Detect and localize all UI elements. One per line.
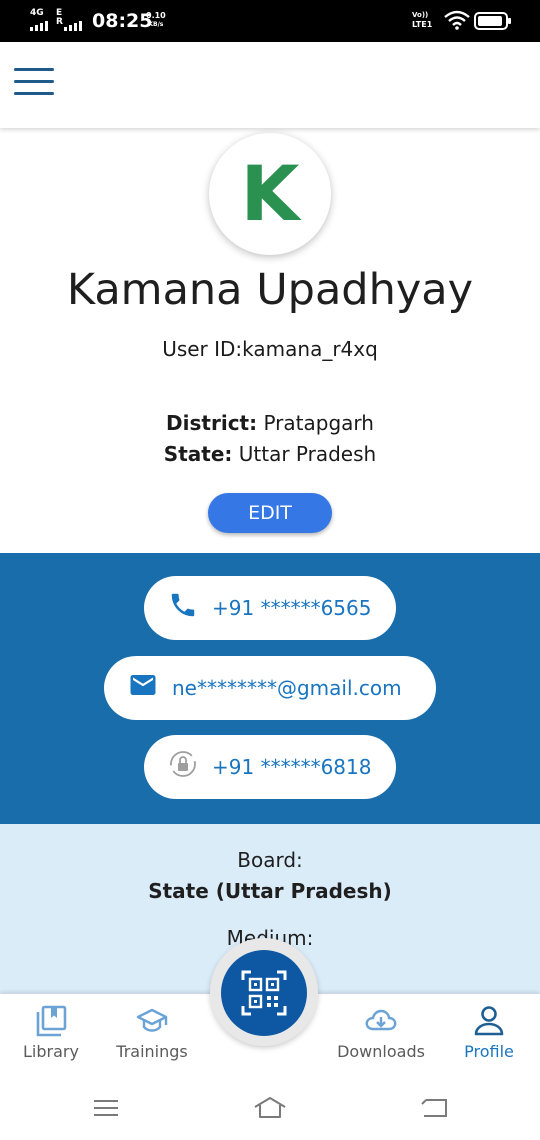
status-bar: 4G E R 08:25 0.10 KB/s Vo)) LTE1 bbox=[0, 0, 540, 42]
app-header bbox=[0, 42, 540, 128]
network-signal: 4G E R bbox=[30, 9, 88, 31]
user-id: User ID:kamana_r4xq bbox=[162, 337, 378, 361]
network-speed-value: 0.10 bbox=[146, 11, 166, 20]
email-address: ne********@gmail.com bbox=[172, 676, 402, 700]
board-label: Board: bbox=[237, 848, 303, 872]
nav-profile[interactable]: Profile bbox=[439, 994, 539, 1076]
lte-label: LTE1 bbox=[412, 20, 433, 29]
cloud-download-icon bbox=[365, 1009, 397, 1031]
signal-bars-icon bbox=[64, 21, 82, 31]
state-label: State: bbox=[163, 442, 233, 466]
edit-button[interactable]: EDIT bbox=[208, 493, 332, 533]
system-navigation-bar bbox=[0, 1076, 540, 1140]
qr-scan-button[interactable] bbox=[221, 950, 307, 1036]
phone-icon bbox=[171, 593, 195, 617]
graduation-cap-icon bbox=[136, 1008, 168, 1032]
state-line: State: Uttar Pradesh bbox=[0, 440, 540, 468]
volte-indicator: Vo)) LTE1 bbox=[412, 11, 432, 29]
home-icon[interactable] bbox=[252, 1092, 288, 1124]
profile-name: Kamana Upadhyay bbox=[66, 265, 474, 315]
signal-bars-icon bbox=[30, 21, 48, 31]
recent-apps-icon[interactable] bbox=[88, 1092, 124, 1124]
roaming-indicator: R bbox=[56, 17, 63, 27]
recovery-phone-number: +91 ******6818 bbox=[212, 755, 372, 779]
network-speed: 0.10 KB/s bbox=[146, 11, 166, 29]
district-label: District: bbox=[166, 411, 258, 435]
nav-library[interactable]: Library bbox=[1, 994, 101, 1076]
network-type: 4G bbox=[30, 8, 44, 18]
nav-downloads[interactable]: Downloads bbox=[331, 994, 431, 1076]
volte-label: Vo)) bbox=[412, 11, 429, 19]
email-pill[interactable]: ne********@gmail.com bbox=[104, 656, 436, 720]
battery-icon bbox=[474, 12, 511, 30]
state-value: Uttar Pradesh bbox=[238, 442, 377, 466]
nav-profile-label: Profile bbox=[464, 1042, 514, 1061]
nav-trainings-label: Trainings bbox=[116, 1042, 188, 1061]
district-value: Pratapgarh bbox=[263, 411, 374, 435]
avatar: K bbox=[209, 133, 331, 255]
qr-scan-icon bbox=[241, 970, 287, 1016]
recovery-lock-icon bbox=[170, 751, 196, 777]
hamburger-menu-icon[interactable] bbox=[14, 68, 54, 100]
person-icon bbox=[474, 1006, 504, 1036]
wifi-icon bbox=[444, 10, 470, 30]
nav-downloads-label: Downloads bbox=[337, 1042, 425, 1061]
recovery-phone-pill[interactable]: +91 ******6818 bbox=[144, 735, 396, 799]
back-icon[interactable] bbox=[416, 1092, 452, 1124]
phone-pill[interactable]: +91 ******6565 bbox=[144, 576, 396, 640]
library-icon bbox=[36, 1005, 67, 1037]
status-time: 08:25 bbox=[92, 10, 153, 32]
district-line: District: Pratapgarh bbox=[0, 409, 540, 437]
phone-number: +91 ******6565 bbox=[212, 596, 372, 620]
nav-trainings[interactable]: Trainings bbox=[102, 994, 202, 1076]
network-speed-unit: KB/s bbox=[148, 21, 164, 28]
board-value: State (Uttar Pradesh) bbox=[148, 879, 392, 903]
email-icon bbox=[130, 675, 156, 695]
